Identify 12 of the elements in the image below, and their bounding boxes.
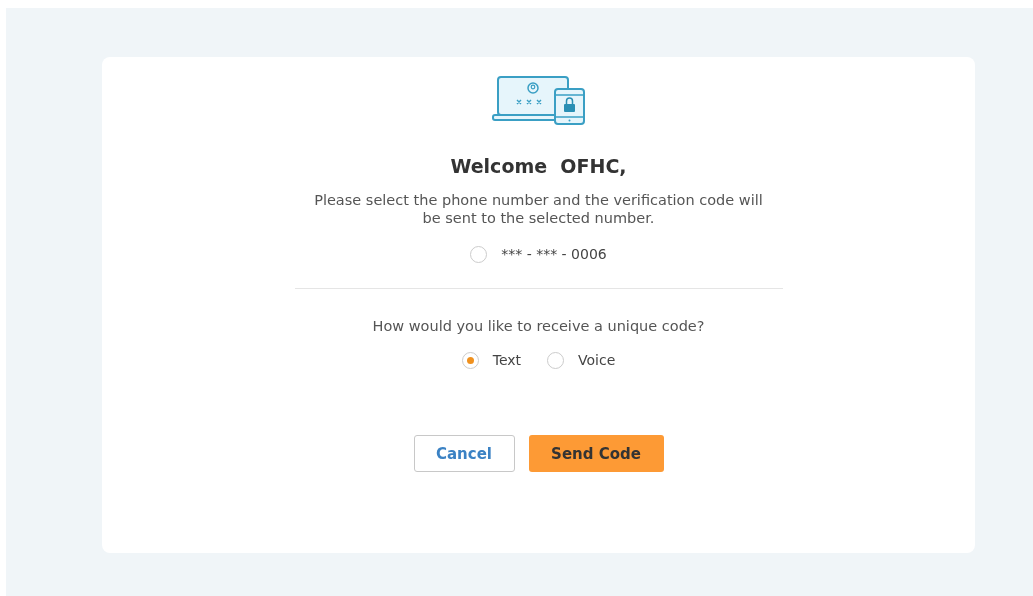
instructions-text: Please select the phone number and the verification code will be sent to the selected number.: [313, 190, 764, 227]
cancel-button[interactable]: Cancel: [413, 435, 515, 473]
delivery-method-label: Voice: [578, 351, 616, 371]
laptop-phone-lock-icon: [491, 75, 586, 125]
phone-number-label: *** - *** - 0006: [501, 244, 607, 264]
delivery-method-label: Text: [492, 351, 522, 371]
welcome-heading: Welcome OFHC,: [450, 154, 627, 179]
question-text: How would you like to receive a unique code?: [372, 316, 705, 336]
radio-button[interactable]: [547, 352, 565, 370]
send-code-button[interactable]: Send Code: [528, 435, 664, 473]
radio-button[interactable]: [470, 245, 488, 263]
radio-button[interactable]: [461, 352, 479, 370]
